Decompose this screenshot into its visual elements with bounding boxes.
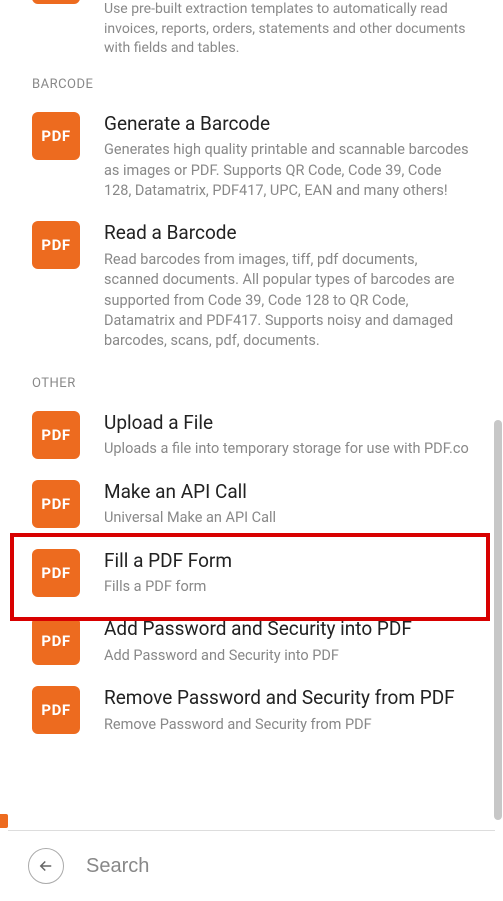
pdf-icon: PDF: [32, 549, 80, 597]
section-label-barcode: BARCODE: [8, 77, 495, 92]
search-input[interactable]: [86, 855, 475, 878]
item-desc: Add Password and Security into PDF: [104, 646, 471, 666]
item-title: Make an API Call: [104, 480, 471, 505]
section-label-other: OTHER: [8, 376, 495, 391]
item-desc: Remove Password and Security from PDF: [104, 715, 471, 735]
action-remove-password[interactable]: PDF Remove Password and Security from PD…: [8, 680, 495, 749]
pdf-icon: PDF: [32, 686, 80, 734]
item-desc: Generates high quality printable and sca…: [104, 140, 471, 201]
action-fill-pdf-form[interactable]: PDF Fill a PDF Form Fills a PDF form: [8, 543, 495, 612]
pdf-icon: PDF: [32, 221, 80, 269]
action-add-password[interactable]: PDF Add Password and Security into PDF A…: [8, 611, 495, 680]
action-list-scroll[interactable]: Use pre-built extraction templates to au…: [0, 0, 503, 830]
item-desc-partial: Use pre-built extraction templates to au…: [8, 0, 495, 59]
action-generate-barcode[interactable]: PDF Generate a Barcode Generates high qu…: [8, 106, 495, 216]
search-bar: [8, 830, 495, 901]
back-button[interactable]: [28, 848, 64, 884]
pdf-icon: PDF: [32, 617, 80, 665]
action-read-barcode[interactable]: PDF Read a Barcode Read barcodes from im…: [8, 215, 495, 365]
item-desc: Universal Make an API Call: [104, 508, 471, 528]
pdf-icon: PDF: [32, 112, 80, 160]
item-title: Upload a File: [104, 411, 471, 436]
pdf-icon: [0, 814, 8, 828]
item-desc: Read barcodes from images, tiff, pdf doc…: [104, 250, 471, 351]
pdf-icon: PDF: [32, 411, 80, 459]
item-desc: Uploads a file into temporary storage fo…: [104, 439, 471, 459]
item-title: Add Password and Security into PDF: [104, 617, 471, 642]
item-title: Read a Barcode: [104, 221, 471, 246]
arrow-left-icon: [37, 857, 55, 875]
item-desc: Fills a PDF form: [104, 577, 471, 597]
item-title: Fill a PDF Form: [104, 549, 471, 574]
scrollbar-thumb[interactable]: [494, 420, 502, 820]
item-title: Remove Password and Security from PDF: [104, 686, 471, 711]
item-title: Generate a Barcode: [104, 112, 471, 137]
pdf-icon: PDF: [32, 480, 80, 528]
action-upload-file[interactable]: PDF Upload a File Uploads a file into te…: [8, 405, 495, 474]
action-make-api-call[interactable]: PDF Make an API Call Universal Make an A…: [8, 474, 495, 543]
